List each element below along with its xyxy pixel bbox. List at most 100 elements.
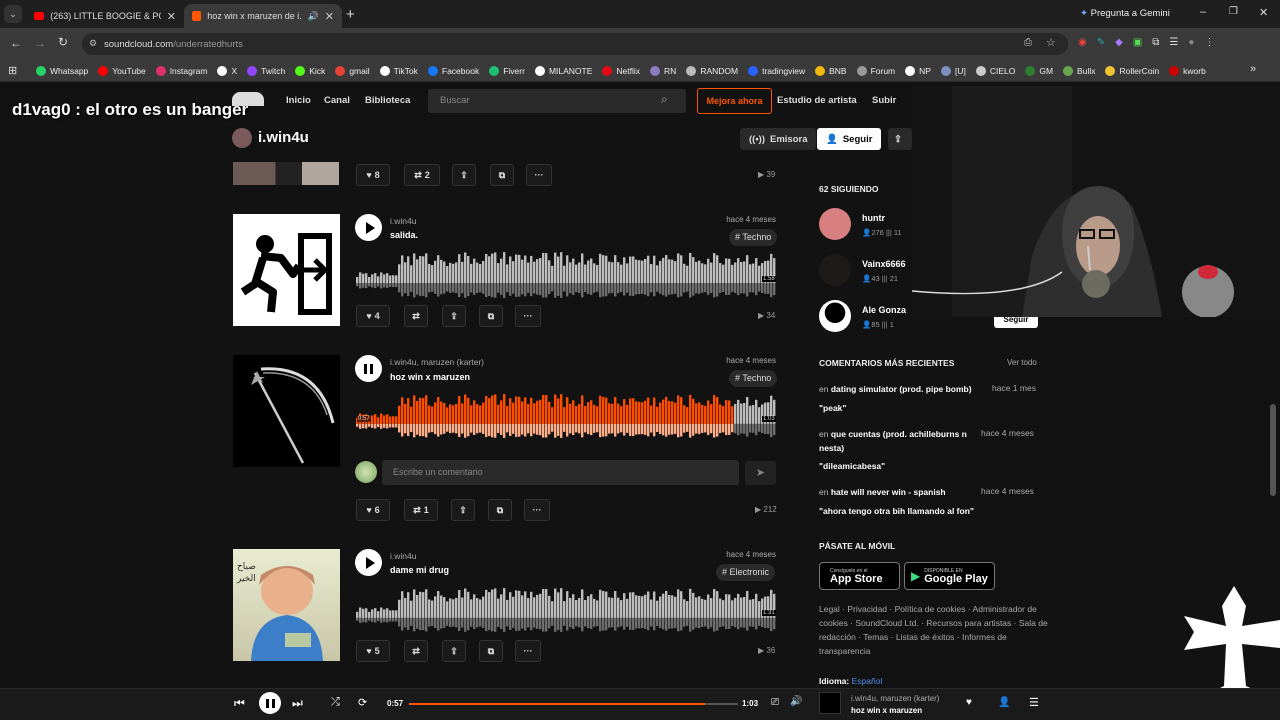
menu-icon[interactable]: ⋮ <box>1204 37 1214 48</box>
google-play-button[interactable]: ▶ DISPONIBLE EN Google Play <box>904 562 995 590</box>
forward-icon[interactable]: → <box>34 36 46 50</box>
more-button[interactable]: ··· <box>515 640 541 662</box>
bookmark-cielo[interactable]: CIELO <box>975 65 1015 76</box>
repost-button[interactable]: ⇄ 1 <box>404 499 438 521</box>
like-button[interactable]: ♥ 8 <box>356 164 390 186</box>
nav-upload[interactable]: Subir <box>872 95 896 106</box>
close-window-button[interactable]: ✕ <box>1259 6 1268 19</box>
shuffle-icon[interactable]: ⤮ <box>331 696 340 709</box>
follow-artist-icon[interactable]: 👤 <box>998 697 1010 708</box>
track-artwork[interactable] <box>233 355 340 467</box>
extension-icon[interactable]: ▣ <box>1133 37 1142 48</box>
genre-tag[interactable]: # Techno <box>729 370 778 387</box>
copy-link-button[interactable]: ⧉ <box>479 640 503 662</box>
bookmark--u-[interactable]: [U] <box>940 65 966 76</box>
bookmark-netflix[interactable]: Netflix <box>602 65 640 76</box>
copy-link-button[interactable]: ⧉ <box>488 499 512 521</box>
more-button[interactable]: ··· <box>524 499 550 521</box>
more-button[interactable]: ··· <box>526 164 552 186</box>
track-artwork[interactable] <box>233 214 340 326</box>
play-button[interactable] <box>355 214 382 241</box>
following-user-name[interactable]: Vainx6666 <box>862 259 906 269</box>
bookmark-fiverr[interactable]: Fiverr <box>489 65 525 76</box>
repost-button[interactable]: ⇄ <box>404 640 428 662</box>
now-playing-title[interactable]: hoz win x maruzen <box>851 706 922 715</box>
new-tab-button[interactable]: + <box>346 6 355 23</box>
bookmark-kick[interactable]: Kick <box>295 65 325 76</box>
player-progress-bar[interactable] <box>409 703 738 705</box>
tab-youtube[interactable]: (263) LITTLE BOOGIE & POST M ✕ <box>26 4 184 28</box>
profile-name[interactable]: i.win4u <box>258 129 309 146</box>
follow-button[interactable]: 👤 Seguir <box>817 128 882 150</box>
genre-tag[interactable]: # Electronic <box>716 564 776 581</box>
like-button[interactable]: ♥ 5 <box>356 640 390 662</box>
like-button[interactable]: ♥ 4 <box>356 305 390 327</box>
nav-artist-studio[interactable]: Estudio de artista <box>777 95 857 106</box>
close-icon[interactable]: ✕ <box>325 10 334 23</box>
bookmark-gmail[interactable]: gmail <box>335 65 370 76</box>
bookmark-x[interactable]: X <box>217 65 237 76</box>
comment-track[interactable]: en dating simulator (prod. pipe bomb) <box>819 382 989 396</box>
following-header[interactable]: 62 SIGUIENDO <box>819 184 879 194</box>
speaker-icon[interactable]: 🔊 <box>308 11 319 22</box>
gemini-button[interactable]: ✦ Pregunta a Gemini <box>1080 8 1170 19</box>
track-artist[interactable]: i.win4u <box>390 216 416 226</box>
search-input[interactable]: Buscar ⌕ <box>428 89 686 113</box>
avatar[interactable] <box>232 128 252 148</box>
bookmark-rollercoin[interactable]: RollerCoin <box>1105 65 1159 76</box>
waveform[interactable] <box>356 252 776 298</box>
scrollbar[interactable] <box>1270 404 1276 496</box>
bookmark-forum[interactable]: Forum <box>856 65 895 76</box>
nav-library[interactable]: Biblioteca <box>365 95 410 106</box>
maximize-button[interactable]: ❐ <box>1229 6 1238 17</box>
following-user-name[interactable]: Ale Gonza <box>862 305 906 315</box>
share-button[interactable]: ⇪ <box>442 640 466 662</box>
bookmark-random[interactable]: RANDOM <box>686 65 738 76</box>
search-icon[interactable]: ⌕ <box>661 92 668 107</box>
address-bar[interactable]: ⚙ soundcloud.com/underratedhurts ⎙ ☆ <box>82 33 1068 55</box>
bookmark-whatsapp[interactable]: Whatsapp <box>36 65 88 76</box>
nav-feed[interactable]: Canal <box>324 95 350 106</box>
like-button[interactable]: ♥ 6 <box>356 499 390 521</box>
next-icon[interactable]: ⏭ <box>292 696 303 711</box>
see-all-link[interactable]: Ver todo <box>1007 358 1037 367</box>
queue-icon[interactable]: ☰ <box>1029 696 1039 709</box>
bookmark-gm[interactable]: GM <box>1025 65 1053 76</box>
bookmark-youtube[interactable]: YouTube <box>98 65 146 76</box>
track-artwork-partial[interactable] <box>233 162 339 185</box>
following-user-name[interactable]: huntr <box>862 213 885 223</box>
repost-button[interactable]: ⇄ <box>404 305 428 327</box>
footer-links[interactable]: Legal · Privacidad · Política de cookies… <box>819 602 1049 658</box>
now-playing-artist[interactable]: i.win4u, maruzen (karter) <box>851 694 939 703</box>
genre-tag[interactable]: # Techno <box>729 229 778 246</box>
comment-input[interactable]: Escribe un comentario <box>382 460 739 485</box>
share-button[interactable]: ⇪ <box>452 164 476 186</box>
more-button[interactable]: ··· <box>515 305 541 327</box>
copy-link-button[interactable]: ⧉ <box>479 305 503 327</box>
tab-soundcloud[interactable]: hoz win x maruzen de i.win4 🔊 ✕ <box>184 4 342 28</box>
app-store-button[interactable]: Consíguelo en el App Store <box>819 562 900 590</box>
bookmark-np[interactable]: NP <box>905 65 931 76</box>
bookmark-kworb[interactable]: kworb <box>1169 65 1206 76</box>
nav-home[interactable]: Inicio <box>286 95 311 106</box>
bookmark-star-icon[interactable]: ☆ <box>1046 36 1056 49</box>
bookmark-rn[interactable]: RN <box>650 65 676 76</box>
bookmark-tiktok[interactable]: TikTok <box>379 65 418 76</box>
bookmark-instagram[interactable]: Instagram <box>155 65 207 76</box>
pause-button[interactable] <box>259 692 281 714</box>
repeat-icon[interactable]: ⟳ <box>358 696 367 709</box>
waveform[interactable] <box>356 394 776 438</box>
bookmark-tradingview[interactable]: tradingview <box>748 65 805 76</box>
extension-icon[interactable]: ✎ <box>1097 37 1105 48</box>
minimize-button[interactable]: – <box>1200 6 1206 18</box>
track-title[interactable]: hoz win x maruzen <box>390 372 470 382</box>
bookmark-twitch[interactable]: Twitch <box>247 65 285 76</box>
track-artwork[interactable]: صباح الخير <box>233 549 340 661</box>
track-artist[interactable]: i.win4u, maruzen (karter) <box>390 357 484 367</box>
track-title[interactable]: dame mi drug <box>390 565 449 575</box>
avatar[interactable] <box>819 254 851 286</box>
profile-avatar[interactable]: ● <box>1188 37 1194 48</box>
back-icon[interactable]: ← <box>10 36 22 50</box>
previous-icon[interactable]: ⏮ <box>234 696 245 711</box>
track-artist[interactable]: i.win4u <box>390 551 416 561</box>
